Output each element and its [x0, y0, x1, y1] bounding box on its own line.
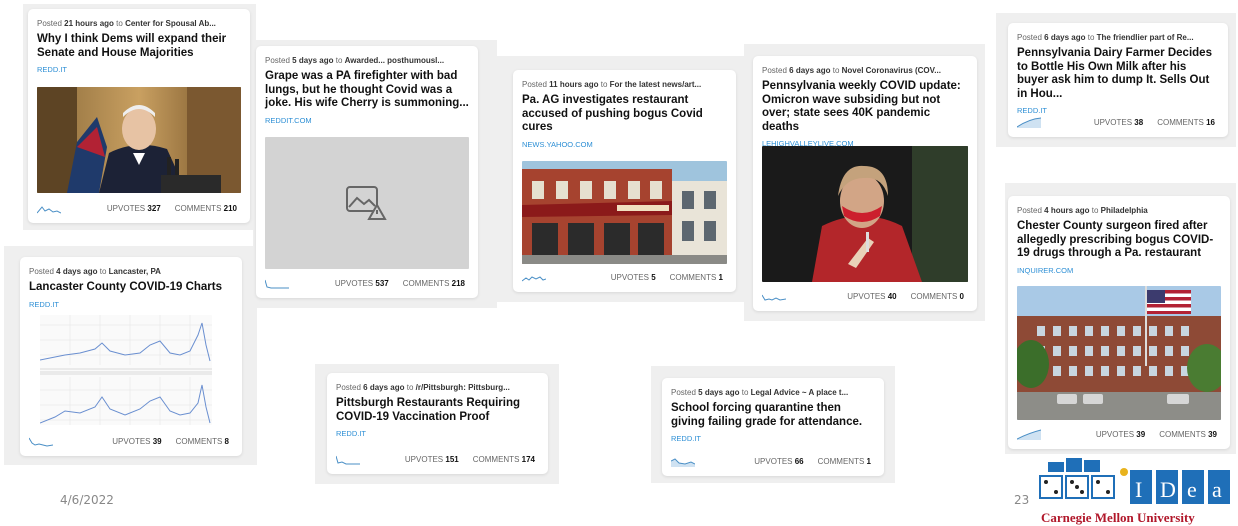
- upvote-count: UPVOTES 151: [404, 454, 459, 464]
- post-card[interactable]: Posted 21 hours ago to Center for Spousa…: [28, 9, 250, 223]
- post-meta: Posted 21 hours ago to Center for Spousa…: [37, 19, 216, 28]
- comment-count[interactable]: COMMENTS 174: [473, 455, 535, 464]
- comment-count[interactable]: COMMENTS 0: [911, 292, 964, 301]
- upvote-count: UPVOTES 39: [1095, 429, 1146, 439]
- post-meta: Posted 5 days ago to Awarded... posthumo…: [265, 56, 445, 65]
- sparkline-chart-icon: [1017, 429, 1041, 440]
- comment-count[interactable]: COMMENTS 16: [1157, 118, 1215, 127]
- community-link[interactable]: For the latest news/art...: [610, 80, 702, 89]
- upvote-count: UPVOTES 5: [610, 272, 656, 282]
- post-domain[interactable]: REDD.IT: [336, 429, 539, 438]
- brick-building-flag-photo: [1017, 286, 1221, 420]
- cmu-wordmark: Carnegie Mellon University: [1041, 510, 1195, 525]
- post-footer: UPVOTES 40 COMMENTS 0: [762, 289, 968, 303]
- post-card[interactable]: Posted 6 days ago to /r/Pittsburgh: Pitt…: [327, 373, 548, 474]
- comment-count[interactable]: COMMENTS 8: [176, 437, 229, 446]
- post-meta: Posted 4 days ago to Lancaster, PA: [29, 267, 161, 276]
- comment-count[interactable]: COMMENTS 1: [670, 273, 723, 282]
- post-title[interactable]: Pennsylvania Dairy Farmer Decides to Bot…: [1017, 47, 1219, 101]
- post-domain[interactable]: REDD.IT: [671, 434, 875, 443]
- post-card[interactable]: Posted 4 days ago to Lancaster, PA Lanca…: [20, 257, 242, 456]
- post-footer: UPVOTES 66 COMMENTS 1: [671, 454, 875, 468]
- slide-page-number: 23: [1014, 493, 1030, 507]
- upvote-count: UPVOTES 327: [106, 203, 161, 213]
- post-domain[interactable]: INQUIRER.COM: [1017, 266, 1221, 275]
- post-card[interactable]: Posted 6 days ago to Novel Coronavirus (…: [753, 56, 977, 311]
- post-card[interactable]: Posted 6 days ago to The friendlier part…: [1008, 23, 1228, 137]
- post-footer: UPVOTES 537 COMMENTS 218: [265, 276, 469, 290]
- post-thumbnail[interactable]: [1017, 286, 1221, 420]
- sparkline-chart-icon: [762, 294, 786, 301]
- post-thumbnail[interactable]: [265, 137, 469, 269]
- community-link[interactable]: Legal Advice ~ A place t...: [751, 388, 849, 397]
- community-link[interactable]: Novel Coronavirus (COV...: [842, 66, 941, 75]
- post-domain[interactable]: REDD.IT: [37, 65, 241, 74]
- svg-text:D: D: [1160, 477, 1176, 502]
- post-domain[interactable]: REDDIT.COM: [265, 116, 469, 125]
- post-thumbnail[interactable]: [37, 87, 241, 193]
- post-card[interactable]: Posted 5 days ago to Legal Advice ~ A pl…: [662, 378, 884, 476]
- sparkline-chart-icon: [671, 457, 695, 467]
- post-meta: Posted 6 days ago to /r/Pittsburgh: Pitt…: [336, 383, 510, 392]
- post-meta: Posted 11 hours ago to For the latest ne…: [522, 80, 702, 89]
- community-link[interactable]: Awarded... posthumousl...: [345, 56, 444, 65]
- post-meta: Posted 6 days ago to The friendlier part…: [1017, 33, 1194, 42]
- post-thumbnail[interactable]: [40, 315, 212, 425]
- upvote-count: UPVOTES 38: [1093, 117, 1144, 127]
- sparkline-chart-icon: [336, 455, 360, 464]
- post-footer: UPVOTES 327 COMMENTS 210: [37, 201, 241, 215]
- post-domain[interactable]: NEWS.YAHOO.COM: [522, 140, 727, 149]
- upvote-count: UPVOTES 39: [112, 436, 162, 446]
- post-title[interactable]: Lancaster County COVID-19 Charts: [29, 281, 233, 295]
- post-card[interactable]: Posted 4 hours ago to Philadelphia Chest…: [1008, 196, 1230, 449]
- community-link[interactable]: /r/Pittsburgh: Pittsburg...: [416, 383, 510, 392]
- sparkline-chart-icon: [1017, 117, 1041, 128]
- community-link[interactable]: Center for Spousal Ab...: [125, 19, 216, 28]
- sparkline-chart-icon: [265, 279, 289, 288]
- post-title[interactable]: Grape was a PA firefighter with bad lung…: [265, 70, 469, 111]
- upvote-count: UPVOTES 537: [334, 278, 389, 288]
- restaurant-storefront-photo: [522, 161, 727, 264]
- post-footer: UPVOTES 151 COMMENTS 174: [336, 452, 539, 466]
- sparkline-chart-icon: [522, 275, 546, 281]
- slide-date: 4/6/2022: [60, 493, 114, 507]
- post-footer: UPVOTES 38 COMMENTS 16: [1017, 115, 1219, 129]
- post-card[interactable]: Posted 5 days ago to Awarded... posthumo…: [256, 46, 478, 298]
- community-link[interactable]: Philadelphia: [1101, 206, 1148, 215]
- post-thumbnail[interactable]: [762, 146, 968, 282]
- comment-count[interactable]: COMMENTS 1: [818, 457, 871, 466]
- upvote-count: UPVOTES 40: [847, 291, 897, 301]
- post-thumbnail[interactable]: [522, 161, 727, 264]
- post-title[interactable]: Why I think Dems will expand their Senat…: [37, 33, 241, 60]
- comment-count[interactable]: COMMENTS 39: [1159, 430, 1217, 439]
- post-footer: UPVOTES 39 COMMENTS 39: [1017, 427, 1221, 441]
- sparkline-chart-icon: [29, 437, 53, 447]
- community-link[interactable]: The friendlier part of Re...: [1097, 33, 1194, 42]
- covid-line-charts-image: [40, 315, 212, 425]
- post-title[interactable]: School forcing quarantine then giving fa…: [671, 402, 875, 429]
- svg-text:I: I: [1135, 477, 1142, 502]
- post-title[interactable]: Pa. AG investigates restaurant accused o…: [522, 94, 727, 135]
- post-meta: Posted 6 days ago to Novel Coronavirus (…: [762, 66, 941, 75]
- svg-text:a: a: [1212, 477, 1222, 502]
- svg-text:e: e: [1187, 477, 1197, 502]
- upvote-count: UPVOTES 66: [754, 456, 804, 466]
- broken-image-icon: [346, 186, 387, 220]
- post-title[interactable]: Pennsylvania weekly COVID update: Omicro…: [762, 80, 968, 134]
- post-meta: Posted 5 days ago to Legal Advice ~ A pl…: [671, 388, 849, 397]
- post-footer: UPVOTES 39 COMMENTS 8: [29, 434, 233, 448]
- post-domain[interactable]: REDD.IT: [29, 300, 233, 309]
- post-title[interactable]: Pittsburgh Restaurants Requiring COVID-1…: [336, 397, 539, 424]
- post-title[interactable]: Chester County surgeon fired after alleg…: [1017, 220, 1221, 261]
- biden-press-conference-photo: [37, 87, 241, 193]
- comment-count[interactable]: COMMENTS 218: [403, 279, 465, 288]
- post-meta: Posted 4 hours ago to Philadelphia: [1017, 206, 1148, 215]
- post-domain[interactable]: REDD.IT: [1017, 106, 1219, 115]
- sparkline-chart-icon: [37, 205, 61, 213]
- health-worker-mask-photo: [762, 146, 968, 282]
- post-footer: UPVOTES 5 COMMENTS 1: [522, 270, 727, 284]
- comment-count[interactable]: COMMENTS 210: [175, 204, 237, 213]
- community-link[interactable]: Lancaster, PA: [109, 267, 161, 276]
- post-card[interactable]: Posted 11 hours ago to For the latest ne…: [513, 70, 736, 292]
